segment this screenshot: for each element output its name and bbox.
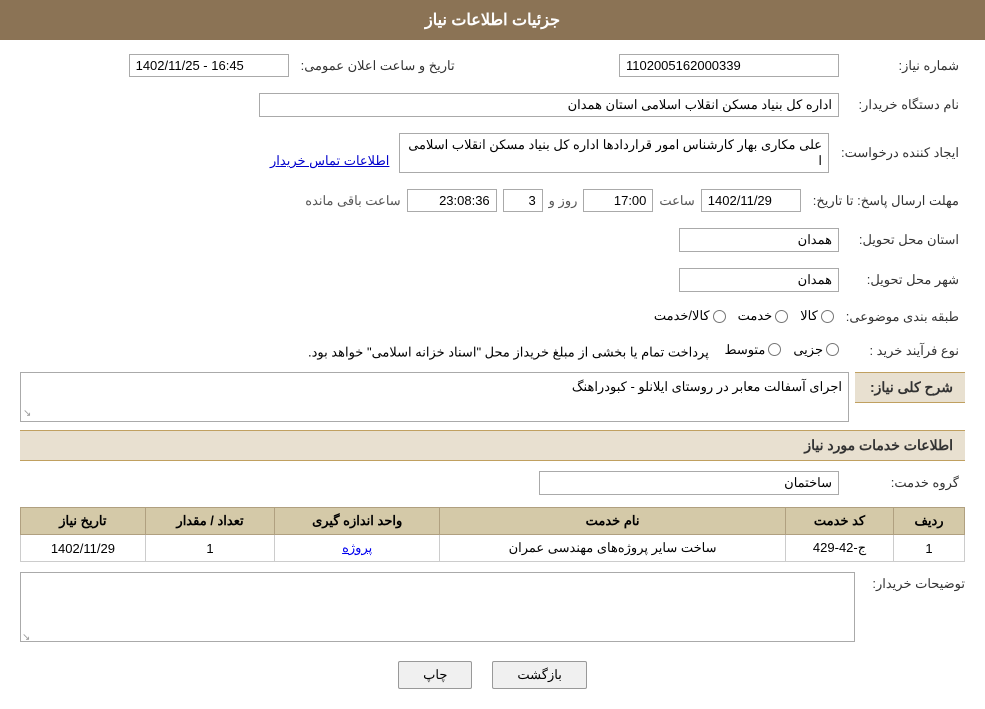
sharh-section: شرح کلی نیاز: اجرای آسفالت معابر در روست…: [20, 372, 965, 422]
radio-jazee-input[interactable]: [826, 343, 839, 356]
radio-jazee: جزیی: [793, 342, 839, 358]
ostan-value: همدان: [20, 224, 845, 256]
tarikhoSaat-label: تاریخ و ساعت اعلان عمومی:: [295, 50, 475, 81]
radio-khedmat-label: خدمت: [738, 308, 773, 324]
radio-khedmat: خدمت: [738, 308, 789, 324]
page-header: جزئیات اطلاعات نیاز: [0, 0, 985, 40]
cell-nam: ساخت سایر پروژه‌های مهندسی عمران: [440, 535, 786, 562]
radio-khedmat-input[interactable]: [775, 310, 788, 323]
table-body: 1 ج-42-429 ساخت سایر پروژه‌های مهندسی عم…: [21, 535, 965, 562]
naveFarayand-description: پرداخت تمام یا بخشی از مبلغ خریداز محل "…: [308, 344, 709, 359]
cell-tedad: 1: [145, 535, 274, 562]
resize-icon: ↘: [23, 408, 31, 419]
namDastgah-value: اداره کل بنیاد مسکن انقلاب اسلامی استان …: [20, 89, 845, 121]
radio-motevaset-label: متوسط: [724, 342, 765, 358]
col-vahed: واحد اندازه گیری: [275, 508, 440, 535]
mohlat-label: مهلت ارسال پاسخ: تا تاریخ:: [807, 185, 965, 216]
naveFarayand-value: جزیی متوسط پرداخت تمام یا بخشی از مبلغ خ…: [20, 338, 845, 365]
chap-button[interactable]: چاپ: [398, 661, 472, 689]
radio-kalakhedmat-label: کالا/خدمت: [654, 308, 710, 324]
toseeh-textarea[interactable]: [20, 572, 855, 642]
main-content: شماره نیاز: 1102005162000339 تاریخ و ساع…: [0, 40, 985, 709]
remaining-label: ساعت باقی مانده: [305, 193, 400, 209]
sharh-value-box: اجرای آسفالت معابر در روستای ایلانلو - ک…: [20, 372, 849, 422]
shahr-input: همدان: [679, 268, 839, 292]
shomareNiaz-input: 1102005162000339: [619, 54, 839, 77]
info-table-grooh: گروه خدمت: ساختمان: [20, 467, 965, 499]
ostan-input: همدان: [679, 228, 839, 252]
cell-vahed[interactable]: پروژه: [275, 535, 440, 562]
resize-icon-toseeh: ↘: [22, 632, 30, 643]
namDastgah-input: اداره کل بنیاد مسکن انقلاب اسلامی استان …: [259, 93, 839, 117]
ijadKonande-label: ایجاد کننده درخواست:: [835, 129, 965, 177]
shomareNiaz-label: شماره نیاز:: [845, 50, 965, 81]
shomareNiaz-value: 1102005162000339: [475, 50, 845, 81]
radio-motevaset: متوسط: [724, 342, 781, 358]
cell-kod: ج-42-429: [786, 535, 894, 562]
grooh-label: گروه خدمت:: [845, 467, 965, 499]
services-section-title: اطلاعات خدمات مورد نیاز: [20, 430, 965, 461]
radio-kala: کالا: [800, 308, 834, 324]
radio-kala-label: کالا: [800, 308, 818, 324]
tabaghe-label: طبقه بندی موضوعی:: [840, 304, 965, 330]
naveFarayand-label: نوع فرآیند خرید :: [845, 338, 965, 365]
grooh-value: ساختمان: [20, 467, 845, 499]
remaining-input: 23:08:36: [407, 189, 497, 212]
tabaghe-value: کالا خدمت کالا/خدمت: [20, 304, 840, 330]
ostan-label: استان محل تحویل:: [845, 224, 965, 256]
info-table-row3: ایجاد کننده درخواست: علی مکاری بهار کارش…: [20, 129, 965, 177]
col-radif: ردیف: [894, 508, 965, 535]
tarikhoSaat-input: 1402/11/25 - 16:45: [129, 54, 289, 77]
toseeh-container: ↘: [20, 572, 855, 645]
button-row: بازگشت چاپ: [20, 661, 965, 689]
info-table-row2: نام دستگاه خریدار: اداره کل بنیاد مسکن ا…: [20, 89, 965, 121]
radio-jazee-label: جزیی: [793, 342, 823, 358]
namDastgah-label: نام دستگاه خریدار:: [845, 89, 965, 121]
col-nam: نام خدمت: [440, 508, 786, 535]
bazgasht-button[interactable]: بازگشت: [492, 661, 586, 689]
date-input: 1402/11/29: [701, 189, 801, 212]
grooh-input: ساختمان: [539, 471, 839, 495]
radio-kalakhedmat-input[interactable]: [713, 310, 726, 323]
radio-kalakhedmat: کالا/خدمت: [654, 308, 726, 324]
toseeh-section: توضیحات خریدار: ↘: [20, 572, 965, 645]
sharh-container: اجرای آسفالت معابر در روستای ایلانلو - ک…: [20, 372, 849, 422]
sharh-value: اجرای آسفالت معابر در روستای ایلانلو - ک…: [572, 379, 842, 394]
ijadKonande-value: علی مکاری بهار کارشناس امور قراردادها اد…: [20, 129, 835, 177]
services-table: ردیف کد خدمت نام خدمت واحد اندازه گیری ت…: [20, 507, 965, 562]
info-table-row5: استان محل تحویل: همدان: [20, 224, 965, 256]
shahr-value: همدان: [20, 264, 845, 296]
tarikhoSaat-value: 1402/11/25 - 16:45: [20, 50, 295, 81]
radio-motevaset-input[interactable]: [768, 343, 781, 356]
rooz-input: 3: [503, 189, 543, 212]
tabaghe-radio-group: کالا خدمت کالا/خدمت: [654, 308, 834, 324]
sharh-section-title: شرح کلی نیاز:: [855, 372, 965, 403]
col-tarikh: تاریخ نیاز: [21, 508, 146, 535]
radio-kala-input[interactable]: [821, 310, 834, 323]
table-row: 1 ج-42-429 ساخت سایر پروژه‌های مهندسی عم…: [21, 535, 965, 562]
table-header: ردیف کد خدمت نام خدمت واحد اندازه گیری ت…: [21, 508, 965, 535]
cell-radif: 1: [894, 535, 965, 562]
info-table-row7: طبقه بندی موضوعی: کالا خدمت: [20, 304, 965, 330]
col-kod: کد خدمت: [786, 508, 894, 535]
info-table-row6: شهر محل تحویل: همدان: [20, 264, 965, 296]
time-input: 17:00: [583, 189, 653, 212]
info-table-row1: شماره نیاز: 1102005162000339 تاریخ و ساع…: [20, 50, 965, 81]
mohlat-value: 1402/11/29 ساعت 17:00 روز و 3 23:08:36 س…: [20, 185, 807, 216]
col-tedad: تعداد / مقدار: [145, 508, 274, 535]
naveFarayand-radio-group: جزیی متوسط: [724, 342, 839, 358]
cell-tarikh: 1402/11/29: [21, 535, 146, 562]
page-wrapper: جزئیات اطلاعات نیاز شماره نیاز: 11020051…: [0, 0, 985, 709]
info-table-row4: مهلت ارسال پاسخ: تا تاریخ: 1402/11/29 سا…: [20, 185, 965, 216]
etelaat-link[interactable]: اطلاعات تماس خریدار: [270, 153, 389, 168]
shahr-label: شهر محل تحویل:: [845, 264, 965, 296]
info-table-row8: نوع فرآیند خرید : جزیی متوسط پرداخت تمام…: [20, 338, 965, 365]
toseeh-label: توضیحات خریدار:: [855, 572, 965, 592]
page-title: جزئیات اطلاعات نیاز: [425, 12, 560, 29]
ijadKonande-input: علی مکاری بهار کارشناس امور قراردادها اد…: [399, 133, 829, 173]
rooz-label: روز و: [549, 193, 578, 209]
time-label: ساعت: [659, 193, 694, 209]
